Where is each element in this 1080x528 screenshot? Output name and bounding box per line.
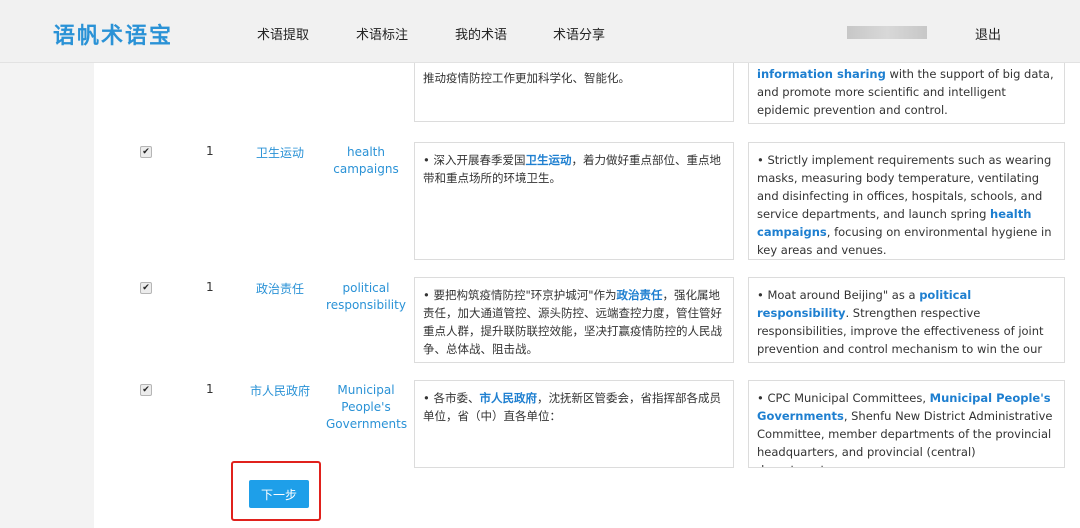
term-zh[interactable]: 市人民政府 bbox=[240, 382, 320, 399]
term-highlight: information sharing bbox=[757, 67, 886, 81]
occurrence-count: 1 bbox=[206, 144, 214, 158]
context-zh-box: • 深入开展春季爱国卫生运动，着力做好重点部位、重点地带和重点场所的环境卫生。 bbox=[414, 142, 734, 260]
select-checkbox[interactable]: ✔ bbox=[140, 146, 152, 158]
term-zh[interactable]: 政治责任 bbox=[240, 280, 320, 297]
nav-term-extraction[interactable]: 术语提取 bbox=[257, 24, 309, 43]
term-en[interactable]: political responsibility bbox=[326, 280, 406, 314]
term-highlight: 市人民政府 bbox=[479, 391, 537, 405]
select-checkbox[interactable]: ✔ bbox=[140, 384, 152, 396]
term-highlight: 政治责任 bbox=[616, 288, 663, 302]
user-name-blurred[interactable] bbox=[847, 26, 927, 39]
brand-logo[interactable]: 语帆术语宝 bbox=[53, 18, 173, 50]
term-en[interactable]: Municipal People's Governments bbox=[326, 382, 407, 433]
context-zh-box: • 要把构筑疫情防控"环京护城河"作为政治责任，强化属地责任，加大通道管控、源头… bbox=[414, 277, 734, 363]
context-zh-text: 推动疫情防控工作更加科学化、智能化。 bbox=[423, 71, 630, 85]
nav-term-sharing[interactable]: 术语分享 bbox=[553, 24, 605, 43]
nav-term-annotation[interactable]: 术语标注 bbox=[356, 24, 408, 43]
top-navbar: 语帆术语宝 术语提取 术语标注 我的术语 术语分享 退出 bbox=[0, 0, 1080, 63]
context-en-box: • Strictly implement requirements such a… bbox=[748, 142, 1065, 260]
term-zh[interactable]: 卫生运动 bbox=[240, 144, 320, 161]
context-en-box: • Moat around Beijing" as a political re… bbox=[748, 277, 1065, 363]
occurrence-count: 1 bbox=[206, 382, 214, 396]
next-step-button[interactable]: 下一步 bbox=[249, 480, 309, 508]
occurrence-count: 1 bbox=[206, 280, 214, 294]
term-list-panel: 推动疫情防控工作更加科学化、智能化。 information sharing w… bbox=[94, 52, 1080, 528]
context-zh-box: • 各市委、市人民政府，沈抚新区管委会，省指挥部各成员单位，省（中）直各单位： bbox=[414, 380, 734, 468]
context-en-box: • CPC Municipal Committees, Municipal Pe… bbox=[748, 380, 1065, 468]
select-checkbox[interactable]: ✔ bbox=[140, 282, 152, 294]
nav-my-terms[interactable]: 我的术语 bbox=[455, 24, 507, 43]
term-en[interactable]: health campaigns bbox=[326, 144, 406, 178]
term-highlight: 卫生运动 bbox=[525, 153, 572, 167]
logout-link[interactable]: 退出 bbox=[975, 24, 1001, 43]
